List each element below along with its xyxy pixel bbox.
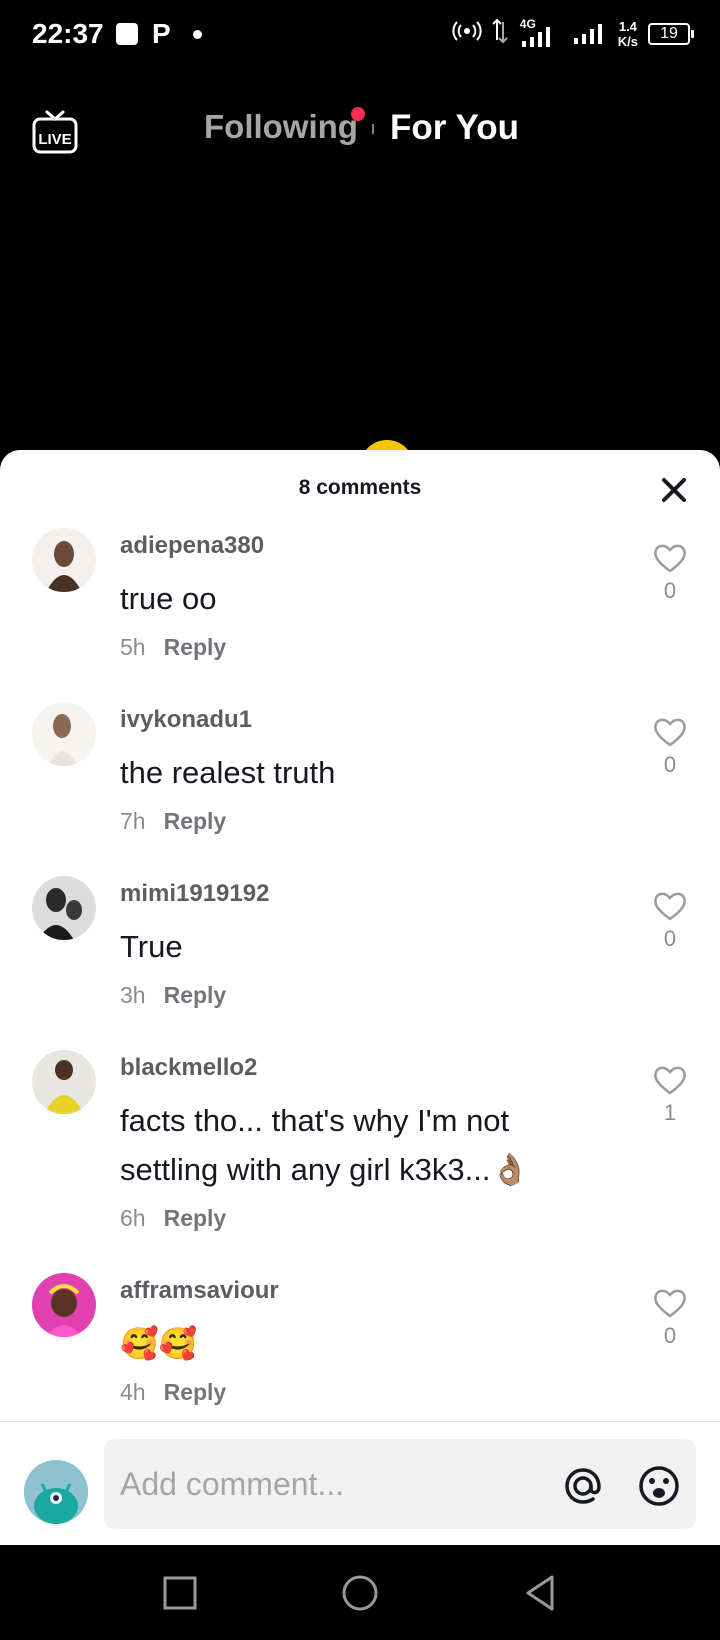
system-status-icons: 4G 1.4 K/s 19 — [452, 16, 694, 51]
like-count: 1 — [663, 1100, 677, 1125]
square-icon — [163, 1576, 197, 1610]
comment-item: afframsaviour 🥰🥰 4h Reply 0 — [0, 1273, 720, 1433]
sheet-header: 8 comments — [0, 450, 720, 528]
signal-icon — [572, 16, 608, 51]
system-nav-bar — [0, 1545, 720, 1640]
comment-input[interactable] — [120, 1439, 520, 1529]
comment-meta: 5h Reply — [120, 634, 226, 661]
back-button[interactable] — [520, 1573, 560, 1613]
reply-button[interactable]: Reply — [164, 1379, 227, 1406]
comment-meta: 4h Reply — [120, 1379, 226, 1406]
comments-sheet: 8 comments adiepena380 true oo 5h Reply … — [0, 450, 720, 1545]
username[interactable]: ivykonadu1 — [120, 706, 252, 734]
comment-text: 🥰🥰 — [120, 1326, 198, 1361]
avatar[interactable] — [32, 528, 96, 592]
like-count: 0 — [663, 752, 677, 777]
like-count: 0 — [663, 1323, 677, 1348]
new-content-dot — [351, 107, 365, 121]
battery-icon: 19 — [648, 22, 694, 45]
status-time: 22:37 — [32, 18, 104, 49]
comment-count: 8 comments — [298, 476, 422, 499]
net-speed-unit: K/s — [617, 33, 638, 49]
net-speed: 1.4 K/s — [618, 19, 638, 49]
comment-time: 3h — [120, 982, 146, 1008]
live-label: LIVE — [38, 131, 71, 148]
notification-icons: P — [116, 18, 202, 49]
p-app-icon: P — [152, 18, 171, 49]
more-notifications-icon — [192, 29, 202, 39]
username[interactable]: adiepena380 — [120, 532, 264, 560]
comment-item: adiepena380 true oo 5h Reply 0 — [0, 528, 720, 702]
data-transfer-icon — [492, 18, 508, 49]
reply-button[interactable]: Reply — [164, 982, 227, 1009]
at-icon — [565, 1468, 601, 1504]
close-button[interactable] — [656, 472, 692, 508]
comment-text: true oo — [120, 581, 217, 616]
reply-button[interactable]: Reply — [164, 634, 227, 661]
username[interactable]: mimi1919192 — [120, 880, 269, 908]
circle-icon — [342, 1575, 378, 1611]
heart-icon — [654, 1289, 686, 1318]
emoji-button[interactable] — [636, 1463, 682, 1509]
username[interactable]: afframsaviour — [120, 1277, 279, 1305]
comment-item: mimi1919192 True 3h Reply 0 — [0, 876, 720, 1050]
app-notification-icon — [116, 23, 138, 45]
my-avatar[interactable] — [24, 1460, 88, 1524]
hotspot-icon — [452, 19, 482, 49]
comment-meta: 7h Reply — [120, 808, 226, 835]
avatar[interactable] — [32, 1050, 96, 1114]
heart-icon — [654, 718, 686, 747]
heart-icon — [654, 892, 686, 921]
like-button[interactable]: 0 — [650, 890, 690, 952]
comment-meta: 3h Reply — [120, 982, 226, 1009]
avatar[interactable] — [32, 876, 96, 940]
reply-button[interactable]: Reply — [164, 1205, 227, 1232]
tab-separator — [372, 124, 374, 134]
like-count: 0 — [663, 578, 677, 603]
like-button[interactable]: 0 — [650, 542, 690, 604]
tab-following[interactable]: Following — [204, 108, 358, 146]
home-button[interactable] — [340, 1573, 380, 1613]
comment-input-bar — [0, 1421, 720, 1545]
comment-text: facts tho... that's why I'm not settling… — [120, 1103, 530, 1187]
emoji-icon — [639, 1466, 679, 1506]
net-speed-value: 1.4 — [618, 18, 637, 34]
comment-time: 4h — [120, 1379, 146, 1405]
comment-meta: 6h Reply — [120, 1205, 226, 1232]
comment-text: the realest truth — [120, 755, 336, 790]
comment-time: 5h — [120, 634, 146, 660]
comment-item: blackmello2 facts tho... that's why I'm … — [0, 1050, 720, 1273]
comment-text: True — [120, 929, 183, 964]
reply-button[interactable]: Reply — [164, 808, 227, 835]
like-button[interactable]: 1 — [650, 1064, 690, 1126]
like-count: 0 — [663, 926, 677, 951]
heart-icon — [654, 1066, 686, 1095]
triangle-back-icon — [526, 1575, 554, 1611]
comment-item: ivykonadu1 the realest truth 7h Reply 0 — [0, 702, 720, 876]
top-nav: LIVE Following For You — [0, 100, 720, 160]
comment-time: 6h — [120, 1205, 146, 1231]
close-icon — [662, 478, 686, 502]
signal-4g-icon: 4G — [518, 17, 562, 49]
mention-button[interactable] — [560, 1463, 606, 1509]
avatar[interactable] — [32, 1273, 96, 1337]
heart-icon — [654, 544, 686, 573]
comment-list: adiepena380 true oo 5h Reply 0 ivykonadu… — [0, 528, 720, 1433]
recents-button[interactable] — [160, 1573, 200, 1613]
comment-time: 7h — [120, 808, 146, 834]
avatar[interactable] — [32, 702, 96, 766]
status-bar: 22:37 P 4G 1.4 K/s 19 — [0, 0, 720, 72]
comment-field — [104, 1439, 696, 1529]
username[interactable]: blackmello2 — [120, 1054, 257, 1082]
live-icon[interactable]: LIVE — [32, 108, 78, 154]
like-button[interactable]: 0 — [650, 716, 690, 778]
tab-for-you[interactable]: For You — [390, 108, 519, 148]
like-button[interactable]: 0 — [650, 1287, 690, 1349]
